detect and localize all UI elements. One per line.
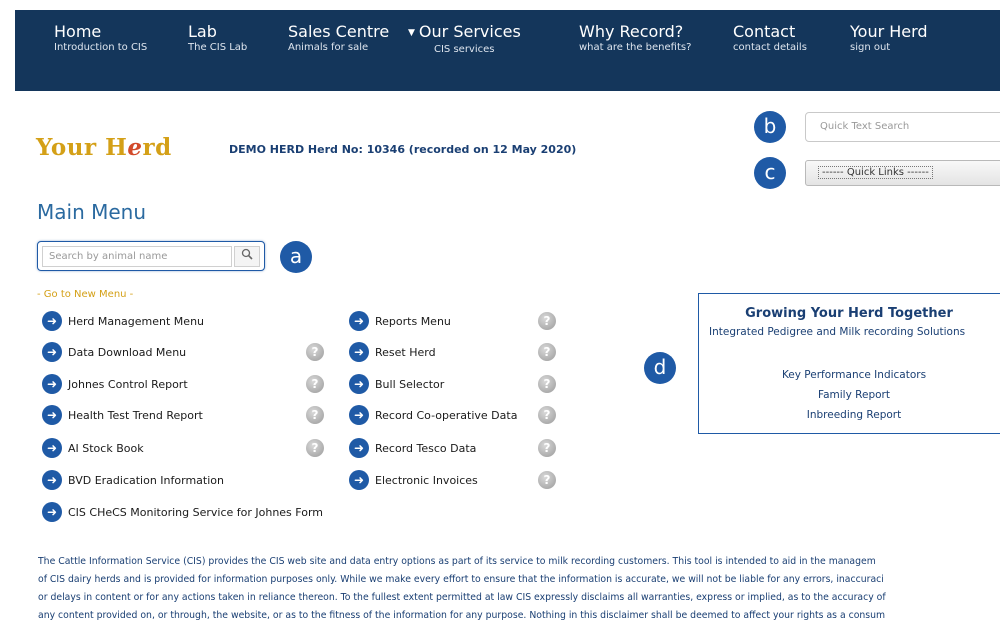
- nav-title: Why Record?: [579, 22, 684, 41]
- help-icon[interactable]: ?: [538, 343, 556, 361]
- go-to-new-menu-link[interactable]: - Go to New Menu -: [37, 289, 133, 300]
- menu-item-record-tesco[interactable]: ➜ Record Tesco Data: [349, 437, 476, 459]
- menu-item-johnes-control[interactable]: ➜ Johnes Control Report: [42, 373, 188, 395]
- link-key-performance-indicators[interactable]: Key Performance Indicators: [699, 369, 1000, 381]
- menu-item-label: Record Tesco Data: [375, 441, 477, 455]
- link-family-report[interactable]: Family Report: [699, 389, 1000, 401]
- menu-item-label: Data Download Menu: [68, 345, 187, 359]
- nav-subtitle: sign out: [850, 42, 891, 53]
- annotation-badge-b: b: [754, 111, 786, 143]
- link-inbreeding-report[interactable]: Inbreeding Report: [699, 409, 1000, 421]
- quick-links-selected: ------ Quick Links ------: [818, 166, 933, 179]
- herd-info: DEMO HERD Herd No: 10346 (recorded on 12…: [229, 143, 577, 156]
- caret-down-icon: ▼: [408, 28, 415, 38]
- arrow-right-icon: ➜: [42, 438, 62, 458]
- main-navigation: Home Introduction to CIS Lab The CIS Lab…: [15, 10, 1000, 91]
- nav-our-services[interactable]: ▼ Our Services CIS services: [408, 22, 521, 56]
- help-icon[interactable]: ?: [306, 375, 324, 393]
- menu-item-label: Health Test Trend Report: [68, 408, 203, 422]
- menu-item-reports[interactable]: ➜ Reports Menu: [349, 310, 451, 332]
- help-icon[interactable]: ?: [538, 471, 556, 489]
- nav-why-record[interactable]: Why Record? what are the benefits?: [579, 22, 691, 54]
- nav-your-herd[interactable]: Your Herd sign out: [850, 22, 928, 54]
- arrow-right-icon: ➜: [349, 470, 369, 490]
- menu-item-label: BVD Eradication Information: [68, 473, 224, 487]
- nav-title: Home: [54, 22, 102, 41]
- menu-item-label: Electronic Invoices: [375, 473, 478, 487]
- animal-search-box: Search by animal name: [37, 241, 265, 271]
- arrow-right-icon: ➜: [349, 405, 369, 425]
- nav-title: Lab: [188, 22, 217, 41]
- menu-item-label: CIS CHeCS Monitoring Service for Johnes …: [68, 505, 323, 519]
- growing-your-herd-panel: Growing Your Herd Together Integrated Pe…: [698, 293, 1000, 434]
- help-icon[interactable]: ?: [538, 406, 556, 424]
- annotation-badge-a: a: [280, 241, 312, 273]
- disclaimer: The Cattle Information Service (CIS) pro…: [38, 553, 1000, 623]
- menu-item-label: Bull Selector: [375, 377, 445, 391]
- disclaimer-line: The Cattle Information Service (CIS) pro…: [38, 556, 876, 567]
- nav-subtitle: The CIS Lab: [188, 42, 248, 53]
- arrow-right-icon: ➜: [349, 374, 369, 394]
- nav-subtitle: what are the benefits?: [579, 42, 692, 53]
- arrow-right-icon: ➜: [42, 374, 62, 394]
- quick-links-select[interactable]: ------ Quick Links ------: [805, 160, 1000, 186]
- arrow-right-icon: ➜: [349, 342, 369, 362]
- nav-title: Sales Centre: [288, 22, 390, 41]
- quick-text-search-input[interactable]: Quick Text Search: [805, 112, 1000, 142]
- top-bar: Home Introduction to CIS Lab The CIS Lab…: [0, 0, 1000, 91]
- menu-item-bull-selector[interactable]: ➜ Bull Selector: [349, 373, 444, 395]
- help-icon[interactable]: ?: [306, 406, 324, 424]
- help-icon[interactable]: ?: [538, 439, 556, 457]
- your-herd-logo: Your Herd: [36, 134, 172, 161]
- menu-item-data-download[interactable]: ➜ Data Download Menu: [42, 341, 186, 363]
- nav-sales-centre[interactable]: Sales Centre Animals for sale: [288, 22, 389, 54]
- arrow-right-icon: ➜: [42, 502, 62, 522]
- menu-item-label: Reset Herd: [375, 345, 436, 359]
- arrow-right-icon: ➜: [42, 405, 62, 425]
- search-icon[interactable]: [234, 246, 260, 267]
- nav-title: Contact: [733, 22, 796, 41]
- menu-item-record-cooperative[interactable]: ➜ Record Co-operative Data: [349, 404, 517, 426]
- menu-item-label: AI Stock Book: [68, 441, 144, 455]
- menu-item-electronic-invoices[interactable]: ➜ Electronic Invoices: [349, 469, 478, 491]
- nav-title: Our Services: [418, 22, 521, 41]
- help-icon[interactable]: ?: [306, 343, 324, 361]
- menu-item-label: Herd Management Menu: [68, 314, 205, 328]
- nav-subtitle: Animals for sale: [288, 42, 369, 53]
- panel-title: Growing Your Herd Together: [745, 306, 953, 321]
- nav-subtitle: CIS services: [434, 44, 495, 55]
- arrow-right-icon: ➜: [349, 311, 369, 331]
- arrow-right-icon: ➜: [42, 311, 62, 331]
- nav-subtitle: contact details: [733, 42, 807, 53]
- menu-item-checs-monitoring[interactable]: ➜ CIS CHeCS Monitoring Service for Johne…: [42, 501, 323, 523]
- animal-search-input[interactable]: Search by animal name: [42, 246, 232, 267]
- nav-home[interactable]: Home Introduction to CIS: [54, 22, 147, 54]
- panel-subtitle: Integrated Pedigree and Milk recording S…: [709, 326, 966, 338]
- disclaimer-line: of CIS dairy herds and is provided for i…: [38, 574, 884, 585]
- nav-subtitle: Introduction to CIS: [54, 42, 148, 53]
- arrow-right-icon: ➜: [42, 470, 62, 490]
- annotation-badge-c: c: [754, 157, 786, 189]
- help-icon[interactable]: ?: [538, 375, 556, 393]
- menu-item-label: Record Co-operative Data: [375, 408, 518, 422]
- arrow-right-icon: ➜: [42, 342, 62, 362]
- disclaimer-line: or delays in content or for any actions …: [38, 592, 886, 603]
- nav-title: Your Herd: [850, 22, 928, 41]
- menu-item-herd-management[interactable]: ➜ Herd Management Menu: [42, 310, 204, 332]
- menu-item-label: Reports Menu: [375, 314, 451, 328]
- help-icon[interactable]: ?: [538, 312, 556, 330]
- menu-item-bvd-eradication[interactable]: ➜ BVD Eradication Information: [42, 469, 224, 491]
- menu-item-reset-herd[interactable]: ➜ Reset Herd: [349, 341, 436, 363]
- page-title: Main Menu: [37, 200, 147, 224]
- nav-lab[interactable]: Lab The CIS Lab: [188, 22, 247, 54]
- menu-item-ai-stock-book[interactable]: ➜ AI Stock Book: [42, 437, 144, 459]
- arrow-right-icon: ➜: [349, 438, 369, 458]
- menu-item-health-test-trend[interactable]: ➜ Health Test Trend Report: [42, 404, 203, 426]
- nav-contact[interactable]: Contact contact details: [733, 22, 807, 54]
- annotation-badge-d: d: [644, 352, 676, 384]
- disclaimer-line: any content provided on, or through, the…: [38, 610, 886, 621]
- menu-item-label: Johnes Control Report: [68, 377, 188, 391]
- help-icon[interactable]: ?: [306, 439, 324, 457]
